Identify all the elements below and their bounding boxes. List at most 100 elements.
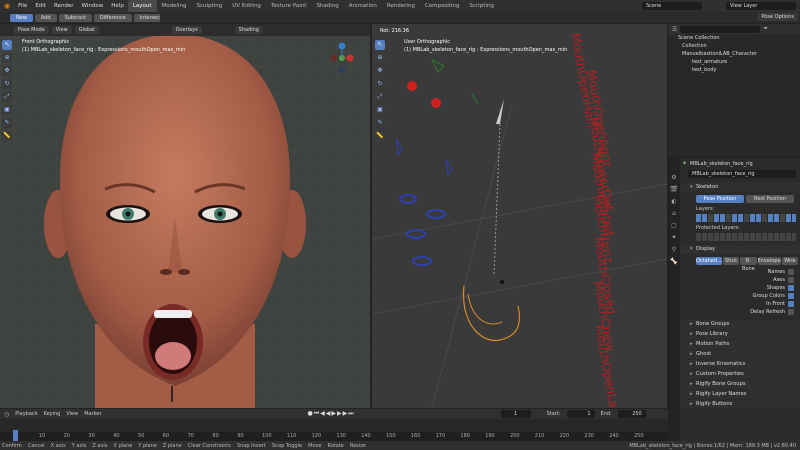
collapsed-panel[interactable]: Custom Properties	[680, 370, 800, 379]
rotate-tool-2[interactable]: ↻	[375, 79, 385, 89]
view-layer-selector[interactable]: View Layer	[726, 2, 796, 10]
collapsed-panel[interactable]: Rigify Layer Names	[680, 390, 800, 399]
measure-tool[interactable]: 📏	[2, 131, 12, 141]
display-option-checkbox[interactable]	[788, 293, 794, 299]
collapsed-panel[interactable]: Motion Paths	[680, 340, 800, 349]
collapsed-panel[interactable]: Rigify Bone Groups	[680, 380, 800, 389]
tab-scripting[interactable]: Scripting	[464, 0, 498, 12]
menu-playback[interactable]: Playback	[15, 411, 37, 417]
transform-tool-2[interactable]: ▣	[375, 105, 385, 115]
properties-tab-icons[interactable]: ⚙ 🎬 ◐ ⌂ ▢ ✦ ⚲ 🦴	[668, 172, 680, 268]
display-wire[interactable]: Wire	[781, 257, 798, 265]
transform-orientation[interactable]: Global	[74, 26, 99, 34]
menu-keying[interactable]: Keying	[44, 411, 61, 417]
end-frame-field[interactable]: 250	[617, 410, 646, 418]
rotate-tool[interactable]: ↻	[2, 79, 12, 89]
move-tool[interactable]: ✥	[2, 66, 12, 76]
tab-uv-editing[interactable]: UV Editing	[227, 0, 266, 12]
display-bbone[interactable]: B-Bone	[740, 257, 757, 272]
display-option-row[interactable]: Shapes	[680, 284, 800, 292]
measure-tool-2[interactable]: 📏	[375, 131, 385, 141]
tab-animation[interactable]: Animation	[344, 0, 382, 12]
display-option-row[interactable]: Names	[680, 268, 800, 276]
pose-options-button[interactable]: Pose Options	[757, 13, 798, 21]
bool-new-button[interactable]: New	[10, 13, 33, 22]
menu-edit[interactable]: Edit	[31, 3, 50, 9]
viewport-user[interactable]: ↖ ⊕ ✥ ↻ ⤢ ▣ ✎ 📏 Rot: 216.36 User Orthogr…	[372, 24, 667, 408]
select-box-tool[interactable]: ↖	[2, 40, 12, 50]
menu-marker[interactable]: Marker	[84, 411, 101, 417]
tab-layout[interactable]: Layout	[127, 0, 157, 12]
menu-window[interactable]: Window	[78, 3, 108, 9]
scale-tool[interactable]: ⤢	[2, 92, 12, 102]
display-stick[interactable]: Stick	[722, 257, 740, 265]
display-envelope[interactable]: Envelope	[757, 257, 781, 265]
display-option-row[interactable]: Delay Refresh	[680, 308, 800, 316]
outliner-row-armature[interactable]: test_armature	[668, 58, 800, 66]
outliner-search-input[interactable]	[680, 25, 761, 33]
collapsed-panel[interactable]: Ghost	[680, 350, 800, 359]
tab-sculpting[interactable]: Sculpting	[192, 0, 228, 12]
section-display[interactable]: Display	[680, 245, 800, 254]
scale-tool-2[interactable]: ⤢	[375, 92, 385, 102]
outliner-row-character[interactable]: ManuelbastioniLAB_Character	[668, 50, 800, 58]
current-frame-field[interactable]: 1	[500, 410, 531, 418]
layers-grid[interactable]	[696, 214, 796, 222]
collapsed-panel[interactable]: Bone Groups	[680, 320, 800, 329]
display-option-row[interactable]: Axes	[680, 276, 800, 284]
menu-help[interactable]: Help	[107, 3, 128, 9]
protected-layers-grid[interactable]	[696, 233, 796, 241]
armature-data-field[interactable]: MBLab_skeleton_face_rig	[688, 170, 796, 178]
select-box-tool-2[interactable]: ↖	[375, 40, 385, 50]
display-option-checkbox[interactable]	[788, 269, 794, 275]
pose-position-button[interactable]: Pose Position	[696, 195, 744, 203]
bool-subtract-button[interactable]: Subtract	[58, 13, 92, 22]
tab-shading[interactable]: Shading	[311, 0, 343, 12]
collapsed-panel[interactable]: Inverse Kinematics	[680, 360, 800, 369]
annotate-tool[interactable]: ✎	[2, 118, 12, 128]
bool-add-button[interactable]: Add	[34, 13, 57, 22]
outliner-row-body[interactable]: test_body	[668, 66, 800, 74]
cursor-tool-2[interactable]: ⊕	[375, 53, 385, 63]
tab-compositing[interactable]: Compositing	[420, 0, 464, 12]
blender-logo-icon[interactable]: ◉	[0, 2, 14, 10]
transform-tool[interactable]: ▣	[2, 105, 12, 115]
tab-texture-paint[interactable]: Texture Paint	[266, 0, 312, 12]
playhead[interactable]	[13, 430, 18, 441]
timeline-ruler[interactable]: 0102030405060708090100110120130140150160…	[0, 432, 668, 441]
outliner-editor-icon[interactable]: ☰	[672, 26, 677, 33]
start-frame-field[interactable]: 1	[566, 410, 595, 418]
collapsed-panel[interactable]: Pose Library	[680, 330, 800, 339]
tab-modeling[interactable]: Modeling	[157, 0, 192, 12]
display-octahedral[interactable]: Octahed...	[696, 257, 722, 265]
move-tool-2[interactable]: ✥	[375, 66, 385, 76]
display-option-row[interactable]: Group Colors	[680, 292, 800, 300]
annotate-tool-2[interactable]: ✎	[375, 118, 385, 128]
display-option-row[interactable]: In Front	[680, 300, 800, 308]
playback-controls[interactable]: ●⏮◀◀▶▶▶⏭	[308, 410, 355, 418]
tab-rendering[interactable]: Rendering	[382, 0, 420, 12]
mode-selector[interactable]: Pose Mode	[14, 26, 49, 34]
timeline-editor-icon[interactable]: ◷	[4, 411, 9, 418]
section-skeleton[interactable]: Skeleton	[680, 183, 800, 192]
menu-file[interactable]: File	[14, 3, 31, 9]
menu-render[interactable]: Render	[50, 3, 78, 9]
menu-view[interactable]: View	[66, 411, 78, 417]
outliner-row-scene-collection[interactable]: Scene Collection	[668, 34, 800, 42]
collapsed-panel[interactable]: Rigify Buttons	[680, 400, 800, 409]
display-option-checkbox[interactable]	[788, 309, 794, 315]
overlays-button[interactable]: Overlays	[171, 26, 202, 34]
navigation-gizmo[interactable]	[322, 38, 362, 78]
display-option-checkbox[interactable]	[788, 285, 794, 291]
shading-button[interactable]: Shading	[234, 26, 263, 34]
viewport-front[interactable]: ↖ ⊕ ✥ ↻ ⤢ ▣ ✎ 📏 Front Orthographic (1) M…	[0, 24, 370, 408]
outliner-row-collection[interactable]: Collection	[668, 42, 800, 50]
scene-selector[interactable]: Scene	[642, 2, 702, 10]
display-option-checkbox[interactable]	[788, 277, 794, 283]
cursor-tool[interactable]: ⊕	[2, 53, 12, 63]
display-option-checkbox[interactable]	[788, 301, 794, 307]
view-menu[interactable]: View	[51, 26, 72, 34]
bool-difference-button[interactable]: Difference	[93, 13, 132, 22]
filter-icon[interactable]: ⏷	[763, 25, 768, 33]
rest-position-button[interactable]: Rest Position	[746, 195, 794, 203]
